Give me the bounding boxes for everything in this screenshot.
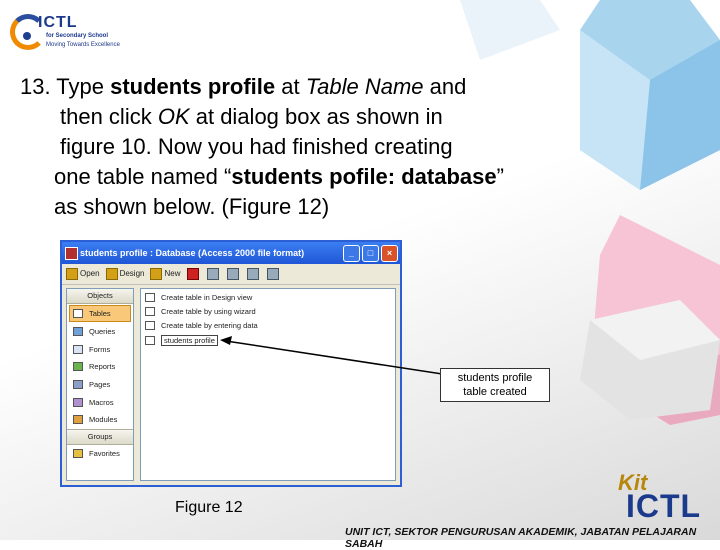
callout-box: students profile table created — [440, 368, 550, 402]
ictl-text: ICTL — [626, 488, 702, 524]
kit-ictl-logo: Kit ICTL — [608, 470, 718, 530]
figure-caption: Figure 12 — [175, 499, 243, 516]
callout-arrow — [220, 336, 489, 382]
callout-line2: table created — [463, 386, 527, 398]
footer-text: UNIT ICT, SEKTOR PENGURUSAN AKADEMIK, JA… — [345, 526, 697, 550]
callout-line1: students profile — [457, 372, 533, 384]
